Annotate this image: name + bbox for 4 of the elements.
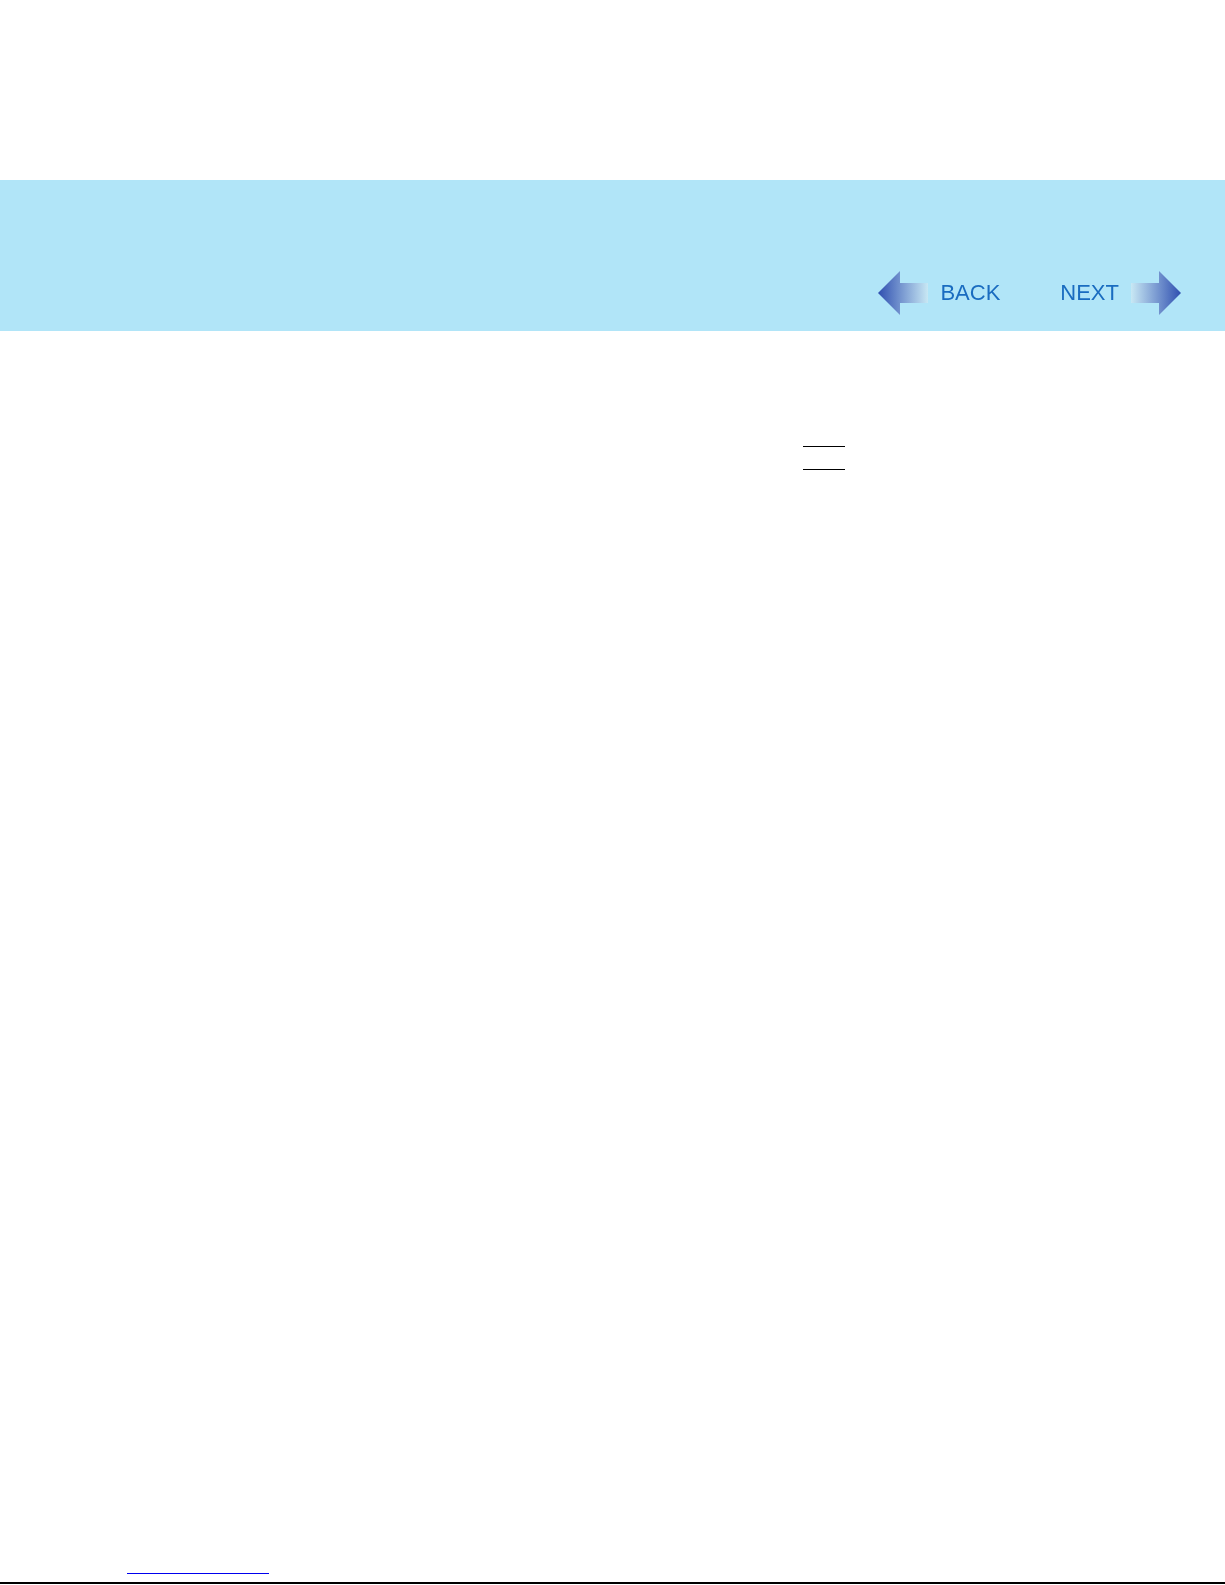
next-button[interactable]: NEXT [1060,269,1181,317]
left-arrow-icon [878,269,929,317]
back-button[interactable]: BACK [878,269,1001,317]
right-arrow-icon [1131,269,1181,317]
